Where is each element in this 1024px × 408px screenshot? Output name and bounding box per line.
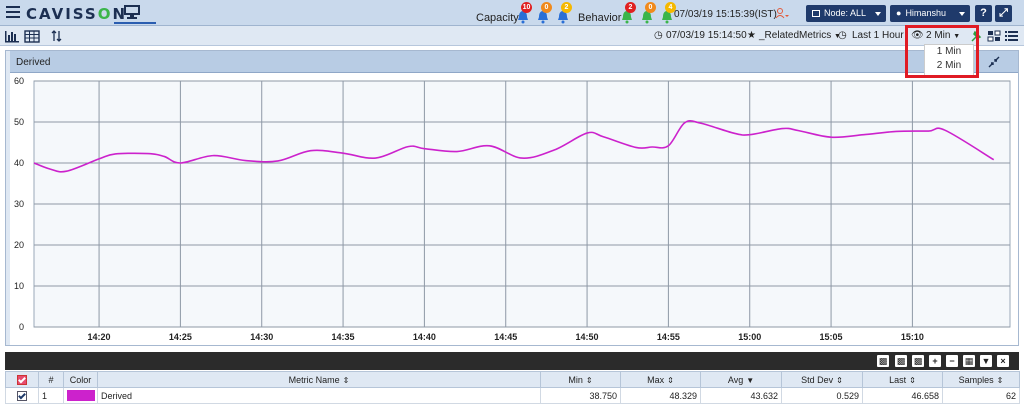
- filter-icon[interactable]: ▼: [980, 355, 992, 367]
- toolbar: ◷ 07/03/19 15:14:50 ★ _RelatedMetrics ▼ …: [0, 26, 1024, 46]
- sort-icon: ⇕: [342, 375, 350, 385]
- y-tick-label: 0: [19, 322, 24, 332]
- col-color: Color: [63, 371, 98, 388]
- active-tab-indicator: [114, 22, 156, 24]
- x-tick-label: 14:25: [169, 332, 192, 342]
- col-max[interactable]: Max ⇕: [620, 371, 701, 388]
- line-chart: 0 10 20 30 40 50 60 14:20 14:25 14:30 14:35 14:40 14…: [14, 76, 1011, 342]
- y-tick-label: 10: [14, 281, 24, 291]
- favorite-selector[interactable]: _RelatedMetrics ▼: [759, 30, 841, 41]
- y-tick-label: 50: [14, 117, 24, 127]
- behavior-badge-count: 2: [625, 2, 636, 13]
- col-avg[interactable]: Avg ▼: [700, 371, 782, 388]
- add-icon[interactable]: +: [929, 355, 941, 367]
- table-toolbar: ▩ ▩ ▩ + − ▦ ▼ ×: [5, 352, 1019, 370]
- col-std-dev[interactable]: Std Dev ⇕: [781, 371, 863, 388]
- y-tick-label: 60: [14, 76, 24, 86]
- x-tick-label: 15:00: [738, 332, 761, 342]
- capacity-badge-count: 2: [561, 2, 572, 13]
- star-icon: ★: [747, 30, 756, 41]
- panel-header: Derived: [10, 51, 1018, 73]
- row-max: 48.329: [620, 387, 701, 404]
- remove-icon[interactable]: −: [946, 355, 958, 367]
- fullscreen-button[interactable]: ⤢: [995, 5, 1012, 22]
- x-tick-label: 15:05: [820, 332, 843, 342]
- list-icon[interactable]: [1004, 29, 1020, 43]
- menu-icon[interactable]: [6, 6, 20, 18]
- y-tick-label: 30: [14, 199, 24, 209]
- layout-icon[interactable]: [986, 29, 1002, 43]
- sort-desc-icon: ▼: [746, 375, 755, 385]
- table-header: # Color Metric Name ⇕ Min ⇕ Max ⇕ Avg ▼ Std …: [5, 371, 1020, 388]
- x-tick-label: 14:55: [657, 332, 680, 342]
- table-icon[interactable]: [24, 29, 40, 43]
- row-samples: 62: [942, 387, 1020, 404]
- capacity-label: Capacity: [476, 12, 519, 24]
- panel-title: Derived: [16, 57, 51, 68]
- columns-icon[interactable]: ▦: [963, 355, 975, 367]
- clock-icon-2: ◷: [838, 30, 847, 41]
- user-icon: ●: [896, 8, 902, 18]
- x-tick-label: 15:10: [901, 332, 924, 342]
- row-color: [63, 387, 98, 404]
- row-select[interactable]: [5, 387, 39, 404]
- current-datetime: 07/03/19 15:15:39(IST): [674, 9, 777, 20]
- x-tick-label: 14:35: [332, 332, 355, 342]
- y-tick-label: 40: [14, 158, 24, 168]
- color-swatch[interactable]: [67, 390, 95, 402]
- close-icon[interactable]: ×: [997, 355, 1009, 367]
- collapse-icon[interactable]: [986, 55, 1002, 69]
- row-avg: 43.632: [700, 387, 782, 404]
- sort-icon[interactable]: [50, 29, 66, 43]
- node-icon: [812, 10, 820, 17]
- select-all-header[interactable]: [5, 371, 39, 388]
- col-samples[interactable]: Samples ⇕: [942, 371, 1020, 388]
- row-last: 46.658: [862, 387, 943, 404]
- chart-area: 0 10 20 30 40 50 60 14:20 14:25 14:30 14:35 14:40 14…: [10, 73, 1018, 345]
- x-tick-label: 14:50: [576, 332, 599, 342]
- sort-icon: ⇕: [667, 375, 674, 385]
- time-range-selector[interactable]: Last 1 Hour: [852, 30, 904, 41]
- table-row[interactable]: 1 Derived 38.750 48.329 43.632 0.529 46.…: [5, 387, 1020, 404]
- top-bar: CAVISSON Capacity Behavior 07/03/19 15:1…: [0, 0, 1024, 26]
- node-selector[interactable]: Node: ALL: [806, 5, 886, 22]
- x-tick-label: 14:45: [494, 332, 517, 342]
- export-pdf-icon[interactable]: ▩: [877, 355, 889, 367]
- help-button[interactable]: ?: [975, 5, 992, 22]
- behavior-badge-count: 4: [665, 2, 676, 13]
- clock-icon: ◷: [654, 30, 663, 41]
- export-word-icon[interactable]: ▩: [895, 355, 907, 367]
- col-last[interactable]: Last ⇕: [862, 371, 943, 388]
- monitor-icon[interactable]: [122, 4, 142, 20]
- sort-icon: ⇕: [996, 375, 1004, 385]
- col-metric-name[interactable]: Metric Name ⇕: [97, 371, 541, 388]
- behavior-label: Behavior: [578, 12, 622, 24]
- logo: CAVISSON: [26, 5, 128, 23]
- sort-icon: ⇕: [585, 375, 593, 385]
- x-tick-label: 14:40: [413, 332, 436, 342]
- capacity-badge-count: 10: [521, 2, 532, 13]
- bar-chart-icon[interactable]: [4, 29, 20, 43]
- row-min: 38.750: [540, 387, 621, 404]
- select-all-checkbox[interactable]: [17, 374, 27, 385]
- row-number: 1: [38, 387, 64, 404]
- row-checkbox[interactable]: [17, 390, 27, 401]
- x-tick-label: 14:30: [250, 332, 273, 342]
- y-tick-label: 20: [14, 240, 24, 250]
- behavior-badge-count: 0: [645, 2, 656, 13]
- export-excel-icon[interactable]: ▩: [912, 355, 924, 367]
- user-group-icon[interactable]: [775, 7, 791, 19]
- highlight-box: [905, 25, 979, 78]
- user-menu[interactable]: ● Himanshu: [890, 5, 970, 22]
- row-metric-name: Derived: [97, 387, 541, 404]
- sort-icon: ⇕: [909, 375, 916, 385]
- capacity-badge-count: 0: [541, 2, 552, 13]
- row-std-dev: 0.529: [781, 387, 863, 404]
- col-min[interactable]: Min ⇕: [540, 371, 621, 388]
- col-num: #: [38, 371, 64, 388]
- sort-icon: ⇕: [836, 375, 843, 385]
- metrics-table: # Color Metric Name ⇕ Min ⇕ Max ⇕ Avg ▼ Std …: [5, 371, 1020, 404]
- toolbar-time: 07/03/19 15:14:50: [666, 30, 747, 41]
- x-tick-label: 14:20: [88, 332, 111, 342]
